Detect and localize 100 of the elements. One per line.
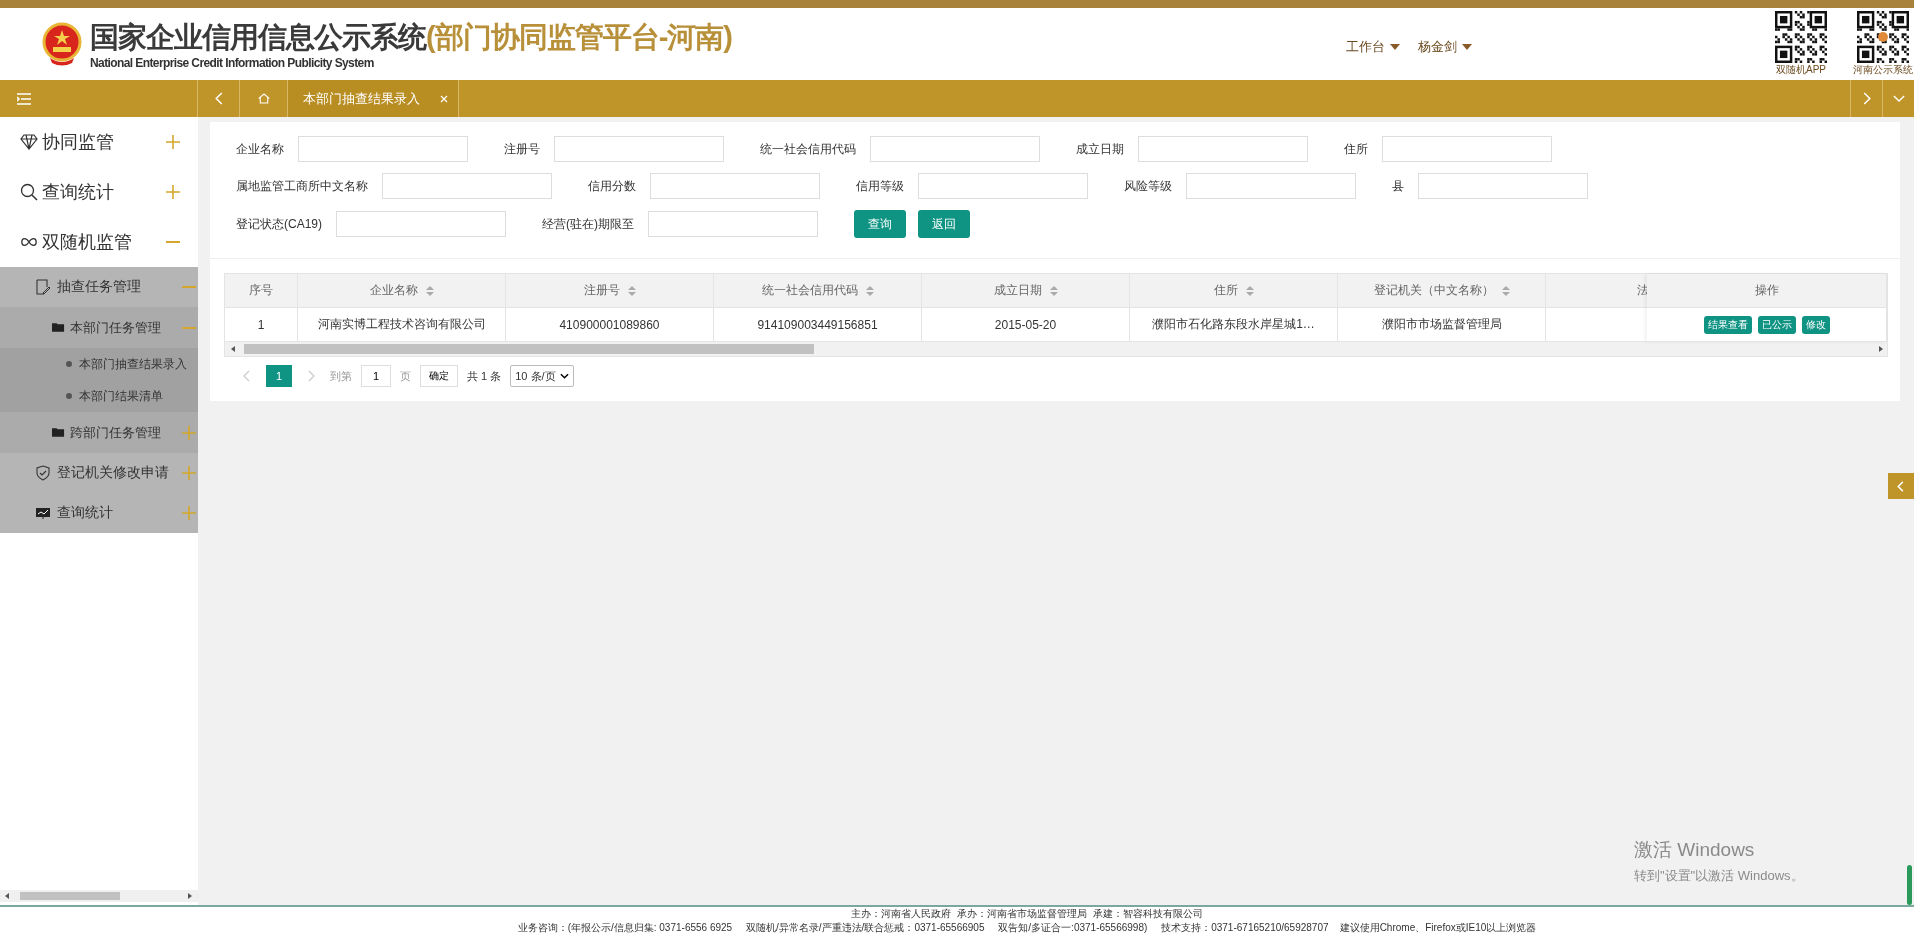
sort-icon [1049,285,1058,296]
confirm-button[interactable]: 确定 [420,365,458,387]
caret-icon [1390,44,1401,50]
sort-icon [865,285,874,296]
footer-text: 业务咨询：(年报公示/信息归集: 0371-6556 6925 双随机/异常名录/严重违法/联合惩戒：0371-65566905 双告知/多证合一:0371-65566998) 技术支持：0371-67165210/65928707 建议使用Chrome、Firefox或IE10以上浏览器 [517,921,1537,935]
qr-caption: 河南公示系统 [1853,63,1913,77]
activation-text: 转到"设置"以激活 Windows。 [1634,867,1804,885]
table-cell: 914109003449156851 [757,317,878,332]
row-action-button[interactable]: 结果查看 [1703,315,1752,334]
field-label: 县 [1392,177,1404,195]
sort-icon [425,285,434,296]
total-count: 共 1 条 [467,368,502,384]
input-field[interactable] [650,173,820,199]
emblem-icon [42,21,82,67]
field-label: 信用等级 [856,177,904,195]
sidebar-item[interactable]: 查询统计 [0,493,198,533]
field-label: 企业名称 [236,140,284,158]
page-input[interactable]: 1 [361,365,391,387]
chevron-left-icon [212,92,225,105]
qr-code-icon [1775,11,1827,63]
column-header[interactable]: 登记机关（中文名称） [1338,274,1546,308]
page-tab[interactable]: 本部门抽查结果录入 [288,80,459,117]
row-action-button[interactable]: 修改 [1801,315,1830,334]
qr-code-icon [1857,11,1909,63]
minus-icon [182,326,196,329]
bullet-icon [66,361,72,367]
scroll-right-icon[interactable] [1876,346,1883,352]
column-header: 操作 [1647,274,1887,308]
monitor-icon [35,505,51,521]
field-label: 属地监管工商所中文名称 [236,177,368,195]
input-field[interactable] [1382,136,1552,162]
column-header[interactable]: 注册号 [506,274,714,308]
field-label: 风险等级 [1124,177,1172,195]
input-field[interactable] [1418,173,1588,199]
sidebar-item[interactable]: 本部门结果清单 [0,380,198,412]
system-title: 国家企业信用信息公示系统 [90,20,426,55]
table-cell: 河南实博工程技术咨询有限公司 [317,316,486,333]
minus-icon [182,286,196,288]
sidebar-item[interactable]: 跨部门任务管理 [0,412,198,453]
table-cell: 濮阳市石化路东段水岸星城1… [1152,316,1315,333]
form-button[interactable]: 返回 [918,210,970,238]
sidebar-item[interactable]: 本部门抽查结果录入 [0,348,198,380]
input-field[interactable] [870,136,1040,162]
page-number[interactable]: 1 [266,365,292,387]
column-header[interactable]: 企业名称 [298,274,506,308]
english-title: National Enterprise Credit Information Publicity System [90,56,375,70]
input-field[interactable] [1186,173,1356,199]
folder-icon [52,322,65,333]
scroll-left-icon[interactable] [3,893,11,899]
header-menu[interactable]: 杨金剑 [1418,38,1473,56]
activation-title: 激活 Windows [1634,838,1756,862]
input-field[interactable] [918,173,1088,199]
plus-icon [182,466,196,480]
input-field[interactable] [382,173,552,199]
field-label: 经营(驻在)期限至 [542,215,634,233]
sidebar-item[interactable]: 本部门任务管理 [0,307,198,348]
field-label: 统一社会信用代码 [760,140,856,158]
table-cell: 410900001089860 [559,317,660,332]
plus-icon [166,185,180,199]
table-scrollbar[interactable] [225,342,1887,356]
vertical-scrollbar[interactable] [1907,865,1912,905]
page-unit: 页 [400,368,411,384]
plus-icon [166,135,180,149]
input-field[interactable] [298,136,468,162]
close-icon[interactable] [440,94,448,103]
table-cell: 1 [257,317,265,332]
column-header[interactable]: 住所 [1130,274,1338,308]
input-field[interactable] [648,211,818,237]
plus-icon [182,425,196,440]
input-field[interactable] [1138,136,1308,162]
column-header[interactable]: 成立日期 [922,274,1130,308]
caret-icon [1462,44,1473,50]
input-field[interactable] [336,211,506,237]
column-header[interactable]: 统一社会信用代码 [714,274,922,308]
collapse-panel-button[interactable] [1888,473,1914,499]
field-label: 住所 [1344,140,1368,158]
sidebar-item[interactable]: 登记机关修改申请 [0,453,198,493]
qr-caption: 双随机APP [1776,63,1826,77]
field-label: 成立日期 [1076,140,1124,158]
document-edit-icon [35,279,51,295]
row-action-button[interactable]: 已公示 [1757,315,1796,334]
goto-label: 到第 [330,368,352,384]
field-label: 登记状态(CA19) [236,215,322,233]
table-cell: 2015-05-20 [994,317,1057,332]
menu-icon[interactable] [17,92,31,105]
field-label: 信用分数 [588,177,636,195]
header-menu[interactable]: 工作台 [1346,38,1401,56]
home-icon [257,92,270,105]
input-field[interactable] [554,136,724,162]
page-size-select[interactable]: 10 条/页 [510,365,574,387]
scroll-right-icon[interactable] [186,893,194,899]
platform-subtitle: (部门协同监管平台-河南) [426,20,732,55]
footer-text: 主办：河南省人民政府 承办：河南省市场监督管理局 承建：智容科技有限公司 [851,907,1203,921]
form-button[interactable]: 查询 [854,210,906,238]
horizontal-scrollbar[interactable] [0,890,198,902]
sidebar-item[interactable]: 抽查任务管理 [0,267,198,307]
column-header[interactable]: 序号 [225,274,298,308]
diamond-icon [20,133,38,151]
minus-icon [166,241,180,243]
bullet-icon [66,393,72,399]
